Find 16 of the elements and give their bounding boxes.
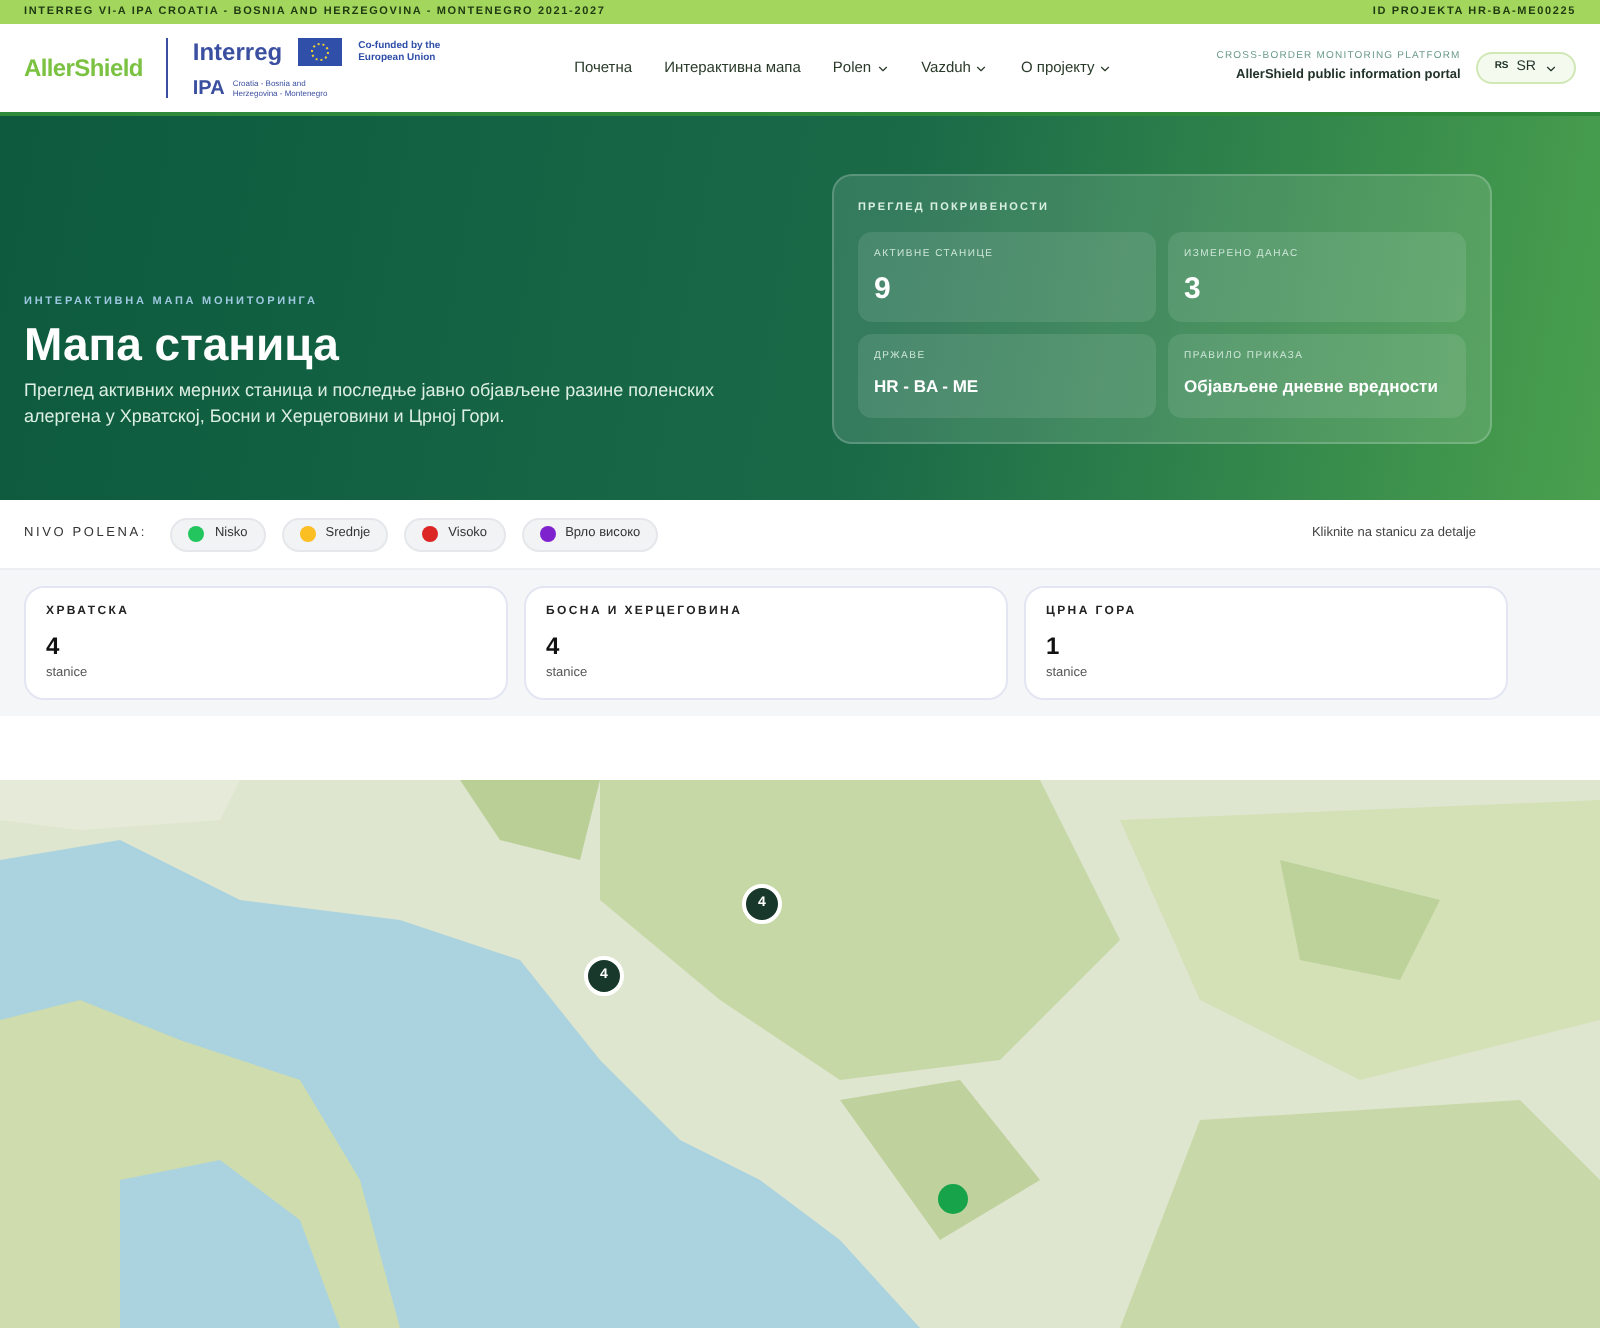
stat-value: HR - BA - ME	[874, 373, 981, 399]
interreg-logo: Interreg	[192, 35, 283, 69]
chevron-down-icon	[1544, 61, 1558, 75]
stat-value: Објављене дневне вредности	[1184, 373, 1440, 399]
stat-value: 9	[874, 269, 893, 310]
chevron-down-icon	[875, 61, 890, 75]
station-count: 4	[546, 630, 562, 664]
station-count: 4	[46, 630, 62, 664]
page-title: Мапа станица	[24, 316, 341, 375]
station-count: 1	[1046, 630, 1062, 664]
eu-flag-icon	[298, 37, 343, 65]
ipa-logo: IPA	[192, 75, 225, 103]
stat-value: 3	[1184, 269, 1203, 310]
hero-description: Преглед активних мерних станица и последње јавно објављене разине поленских алергена у Хрватској, Босни и Херцеговини и Црној Гори.	[24, 378, 717, 431]
chevron-down-icon	[974, 61, 989, 75]
chevron-down-icon	[1098, 61, 1113, 75]
